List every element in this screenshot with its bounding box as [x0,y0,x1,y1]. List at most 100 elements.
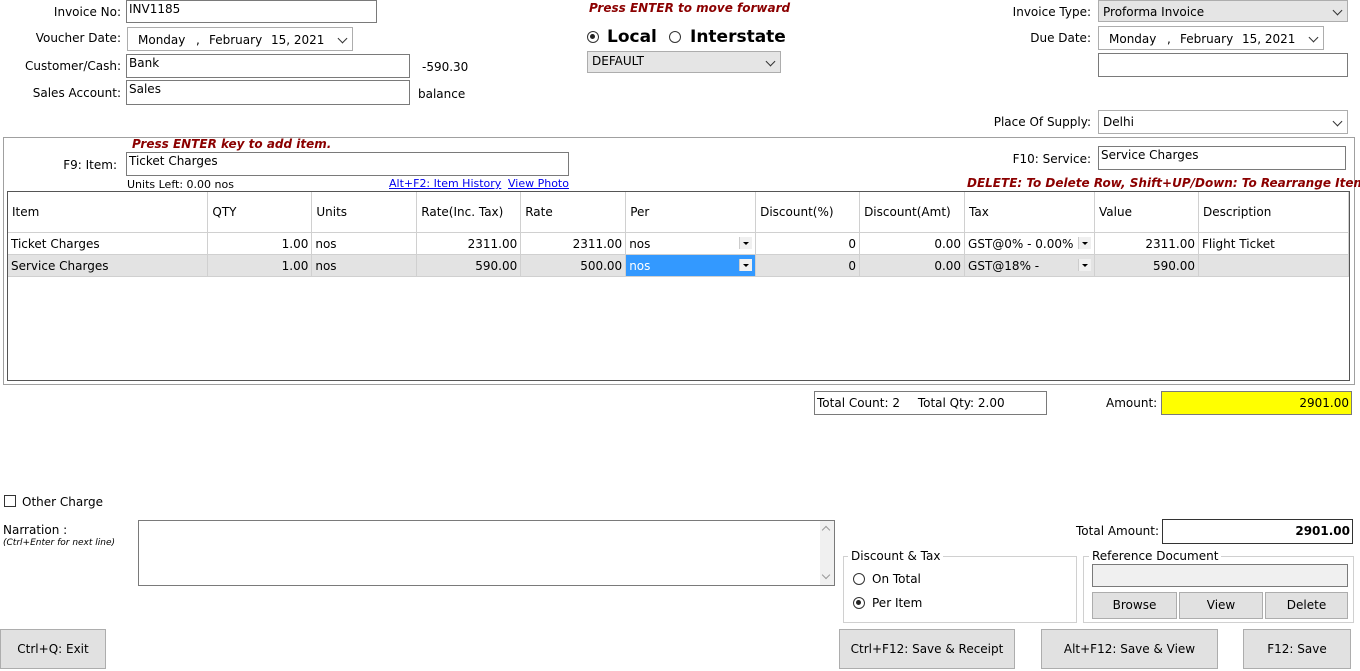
cell-rate-inc-tax[interactable]: 2311.00 [416,232,522,255]
price-list-select[interactable]: DEFAULT [587,51,781,73]
save-view-button[interactable]: Alt+F12: Save & View [1041,629,1218,669]
chevron-down-icon [1332,5,1343,16]
cell-per[interactable]: nos [625,254,757,277]
cell-description[interactable]: Flight Ticket [1198,232,1350,255]
due-date-sep: , [1167,32,1171,46]
dropdown-arrow-icon[interactable] [1078,259,1092,271]
col-header-description[interactable]: Description [1198,192,1350,233]
col-header-units[interactable]: Units [311,192,418,233]
sales-account-input[interactable]: Sales [126,80,410,105]
service-input[interactable]: Service Charges [1098,146,1346,170]
narration-scrollbar[interactable] [820,521,834,585]
col-header-per[interactable]: Per [625,192,757,233]
service-label: F10: Service: [1012,152,1091,166]
view-photo-link[interactable]: View Photo [508,177,569,190]
on-total-label[interactable]: On Total [872,572,921,586]
cell-qty[interactable]: 1.00 [207,254,313,277]
cell-item[interactable]: Service Charges [8,254,209,277]
local-label[interactable]: Local [607,27,657,47]
cell-discount-amt[interactable]: 0.00 [859,254,966,277]
dropdown-arrow-icon[interactable] [739,259,753,271]
cell-discount-pct[interactable]: 0 [755,232,861,255]
place-of-supply-label: Place Of Supply: [993,115,1091,129]
view-button[interactable]: View [1179,592,1263,619]
voucher-date-picker[interactable]: Monday , February 15, 2021 [127,27,353,51]
save-view-button-label: Alt+F12: Save & View [1063,642,1196,656]
scroll-up-icon[interactable] [821,525,831,535]
cell-rate[interactable]: 500.00 [520,254,627,277]
col-header-item[interactable]: Item [8,192,209,233]
table-row[interactable]: Ticket Charges 1.00 nos 2311.00 2311.00 … [8,232,1350,255]
col-header-rate-inc-tax[interactable]: Rate(Inc. Tax) [416,192,522,233]
total-qty-label: Total Qty: [917,396,975,410]
grid-header-row: Item QTY Units Rate(Inc. Tax) Rate Per D… [8,192,1350,233]
cell-qty[interactable]: 1.00 [207,232,313,255]
extra-header-input[interactable] [1098,53,1348,77]
scroll-down-icon[interactable] [821,570,831,580]
invoice-no-input[interactable]: INV1185 [126,0,377,23]
items-table: Item QTY Units Rate(Inc. Tax) Rate Per D… [8,192,1350,277]
due-date-label: Due Date: [1030,31,1091,45]
reference-document-input[interactable] [1092,564,1348,587]
col-header-rate[interactable]: Rate [520,192,627,233]
exit-button[interactable]: Ctrl+Q: Exit [0,629,106,669]
save-button[interactable]: F12: Save [1243,629,1351,669]
due-date-picker[interactable]: Monday , February 15, 2021 [1098,26,1324,50]
cell-tax[interactable]: GST@0% - 0.00% [964,232,1096,255]
dropdown-arrow-icon[interactable] [1078,237,1092,249]
invoice-type-value: Proforma Invoice [1103,5,1205,19]
table-row[interactable]: Service Charges 1.00 nos 590.00 500.00 n… [8,254,1350,277]
place-of-supply-value: Delhi [1103,115,1134,129]
chevron-down-icon [1308,32,1319,43]
cell-value[interactable]: 2311.00 [1094,232,1199,255]
total-amount-value: 2901.00 [1162,519,1353,544]
browse-button-label: Browse [1112,598,1157,612]
dropdown-arrow-icon[interactable] [739,237,753,249]
cell-rate-inc-tax[interactable]: 590.00 [416,254,522,277]
cell-per[interactable]: nos [625,232,757,255]
customer-label: Customer/Cash: [25,59,121,73]
voucher-date-sep: , [196,33,200,47]
delete-button[interactable]: Delete [1265,592,1348,619]
cell-description[interactable] [1198,254,1350,277]
delete-button-label: Delete [1286,598,1327,612]
chevron-down-icon [1332,116,1343,127]
local-radio[interactable] [587,31,599,43]
sales-account-label: Sales Account: [32,86,121,100]
col-header-discount-amt[interactable]: Discount(Amt) [859,192,966,233]
cell-units[interactable]: nos [311,232,418,255]
col-header-value[interactable]: Value [1094,192,1199,233]
cell-units[interactable]: nos [311,254,418,277]
invoice-type-select[interactable]: Proforma Invoice [1098,0,1348,22]
interstate-label[interactable]: Interstate [690,27,786,47]
cell-rate[interactable]: 2311.00 [520,232,627,255]
voucher-date-month: February [209,33,263,47]
customer-input[interactable]: Bank [126,54,410,78]
voucher-date-day: Monday [138,33,186,47]
col-header-qty[interactable]: QTY [207,192,313,233]
col-header-tax[interactable]: Tax [964,192,1096,233]
place-of-supply-select[interactable]: Delhi [1098,110,1348,134]
item-history-link[interactable]: Alt+F2: Item History [389,177,501,190]
total-count-value: 2 [892,396,900,410]
save-receipt-button[interactable]: Ctrl+F12: Save & Receipt [839,629,1015,669]
narration-textarea[interactable] [138,520,835,586]
on-total-radio[interactable] [853,573,865,585]
per-item-radio[interactable] [853,597,865,609]
browse-button[interactable]: Browse [1092,592,1177,619]
interstate-radio[interactable] [669,31,681,43]
per-item-label[interactable]: Per Item [872,596,922,610]
cell-discount-amt[interactable]: 0.00 [859,232,966,255]
cell-value[interactable]: 590.00 [1094,254,1199,277]
item-label: F9: Item: [63,158,117,172]
items-grid[interactable]: Item QTY Units Rate(Inc. Tax) Rate Per D… [7,191,1350,381]
other-charge-checkbox[interactable] [4,495,16,507]
cell-item[interactable]: Ticket Charges [8,232,209,255]
col-header-discount-pct[interactable]: Discount(%) [755,192,861,233]
cell-per-value: nos [629,236,651,251]
other-charge-label[interactable]: Other Charge [22,495,103,509]
item-input[interactable]: Ticket Charges [126,152,569,176]
discount-tax-title: Discount & Tax [848,549,944,563]
cell-tax[interactable]: GST@18% - [964,254,1096,277]
cell-discount-pct[interactable]: 0 [755,254,861,277]
